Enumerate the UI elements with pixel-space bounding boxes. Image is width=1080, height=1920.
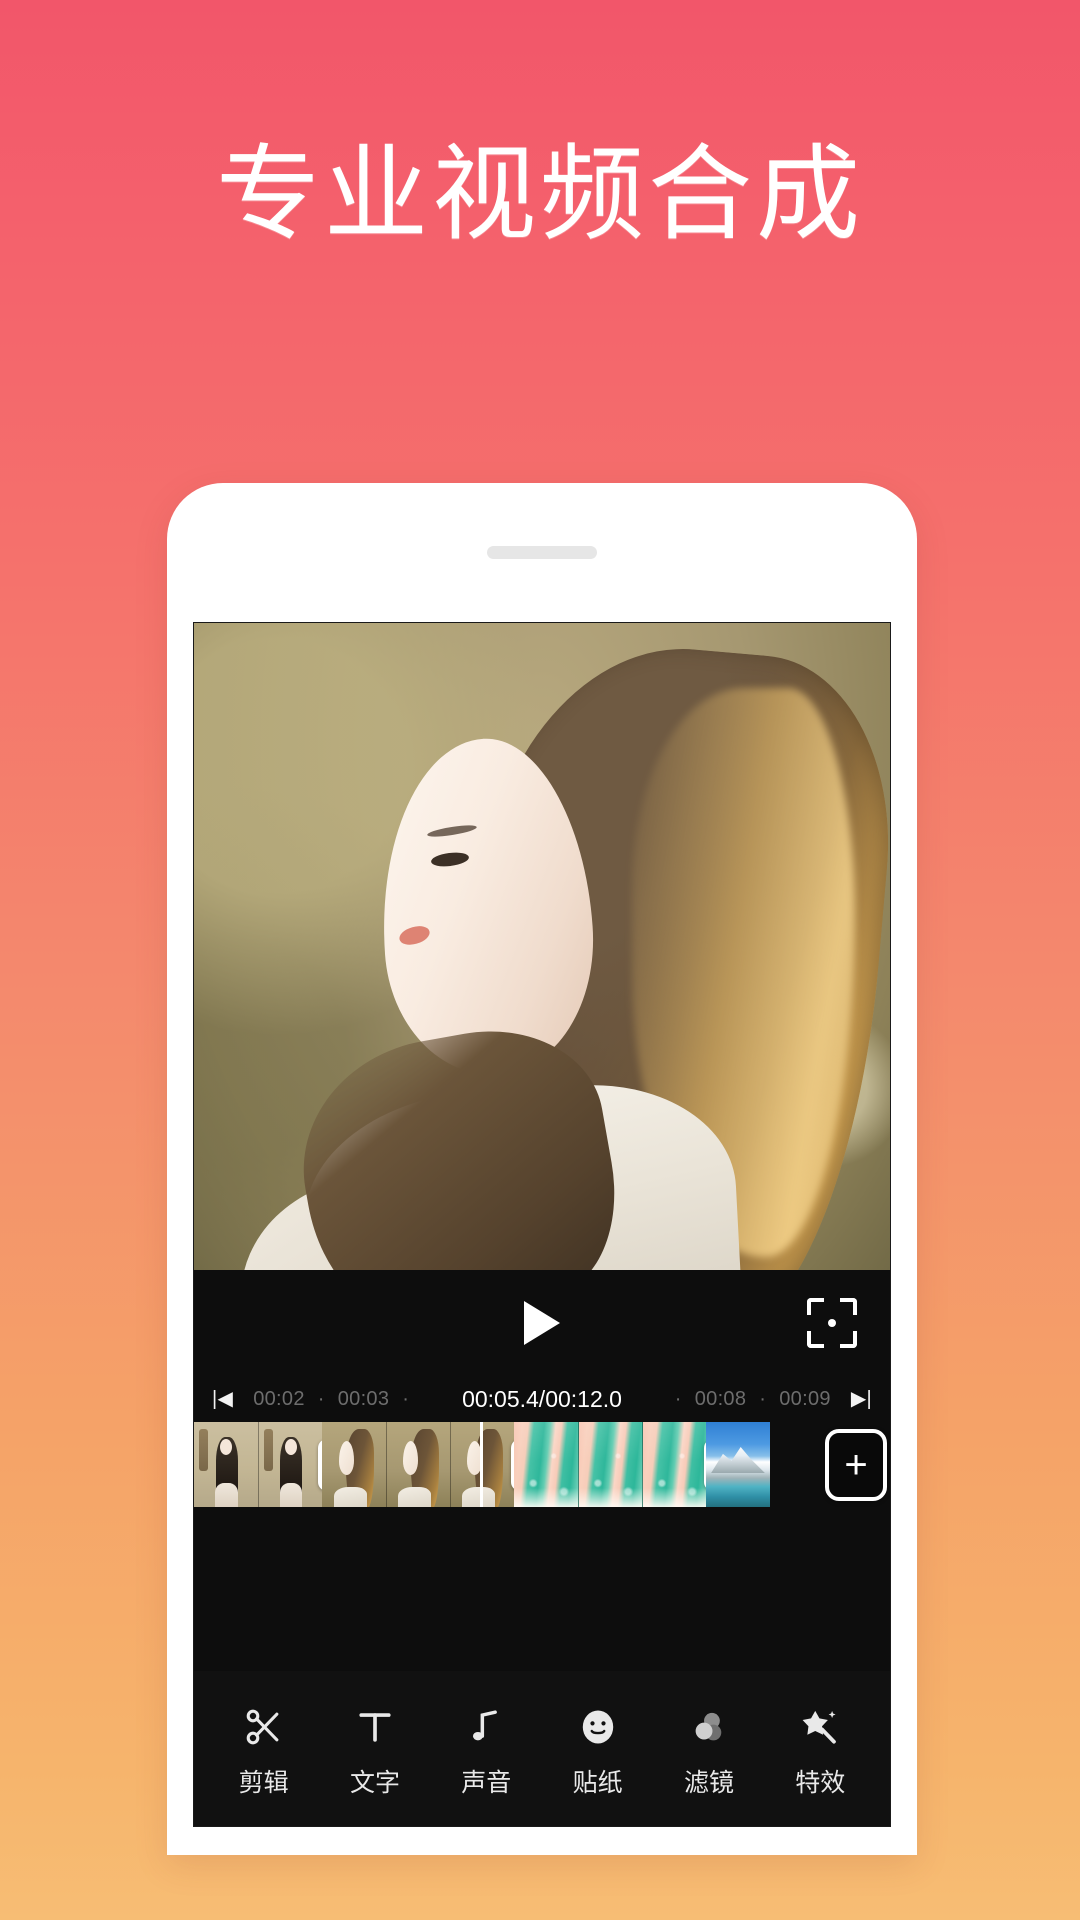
tool-effects[interactable]: 特效	[775, 1701, 865, 1799]
scissors-icon	[242, 1701, 286, 1753]
clip-frame	[706, 1422, 770, 1507]
playhead[interactable]	[480, 1422, 483, 1507]
app-screen: |◀ 00:02 · 00:03 · 00:05.4/00:12.0 · 00:…	[193, 622, 891, 1827]
fullscreen-crop-icon[interactable]	[807, 1298, 857, 1348]
time-ruler[interactable]: |◀ 00:02 · 00:03 · 00:05.4/00:12.0 · 00:…	[194, 1376, 890, 1422]
tool-sticker[interactable]: 贴纸	[553, 1701, 643, 1799]
smiley-sticker-icon	[576, 1701, 620, 1753]
timeline-clip[interactable]	[194, 1422, 322, 1507]
timeline-clip[interactable]	[322, 1422, 514, 1507]
clip-frame	[514, 1422, 578, 1507]
tool-text[interactable]: 文字	[330, 1701, 420, 1799]
ruler-dot-2: ·	[402, 1387, 410, 1410]
clip-frame	[642, 1422, 706, 1507]
ruler-dot-4: ·	[759, 1387, 767, 1410]
clip-frame	[194, 1422, 258, 1507]
filter-circles-icon	[687, 1701, 731, 1753]
ruler-tick-4: 00:09	[779, 1387, 831, 1410]
phone-mockup: |◀ 00:02 · 00:03 · 00:05.4/00:12.0 · 00:…	[167, 483, 917, 1855]
timeline-clip[interactable]	[706, 1422, 770, 1507]
editor-workspace	[194, 1507, 890, 1671]
add-clip-button[interactable]: +	[825, 1428, 887, 1501]
ruler-tick-1: 00:02	[253, 1387, 305, 1410]
ruler-tick-3: 00:08	[694, 1387, 747, 1410]
tool-label: 特效	[795, 1768, 846, 1797]
tool-filter[interactable]: 滤镜	[664, 1701, 754, 1799]
ruler-tick-2: 00:03	[337, 1387, 390, 1410]
ruler-dot-1: ·	[317, 1387, 325, 1410]
editor-toolbar: 剪辑 文字 声音 贴纸 滤镜 特效	[194, 1671, 890, 1826]
music-note-icon	[464, 1701, 508, 1753]
tool-label: 声音	[461, 1768, 512, 1797]
clip-frame	[322, 1422, 386, 1507]
magic-wand-star-icon	[798, 1701, 842, 1753]
player-controls	[194, 1270, 890, 1376]
video-preview[interactable]	[194, 623, 890, 1270]
tool-label: 文字	[349, 1768, 400, 1797]
jump-end-icon[interactable]: ▶|	[851, 1389, 872, 1409]
timeline-clip[interactable]	[514, 1422, 706, 1507]
ruler-dot-3: ·	[674, 1387, 682, 1410]
jump-start-icon[interactable]: |◀	[212, 1389, 233, 1409]
text-t-icon	[353, 1701, 397, 1753]
page-title: 专业视频合成	[215, 133, 864, 255]
tool-label: 贴纸	[572, 1768, 623, 1797]
play-icon[interactable]	[524, 1301, 560, 1345]
timeline-filmstrip[interactable]: + + + +	[194, 1422, 890, 1507]
tool-audio[interactable]: 声音	[441, 1701, 531, 1799]
earpiece-speaker-icon	[487, 546, 597, 559]
clip-frame	[386, 1422, 450, 1507]
tool-label: 滤镜	[683, 1768, 734, 1797]
clip-frame	[578, 1422, 642, 1507]
tool-label: 剪辑	[238, 1768, 289, 1797]
current-time-display: 00:05.4/00:12.0	[462, 1385, 622, 1412]
clip-frame	[258, 1422, 322, 1507]
tool-cut[interactable]: 剪辑	[219, 1701, 309, 1799]
